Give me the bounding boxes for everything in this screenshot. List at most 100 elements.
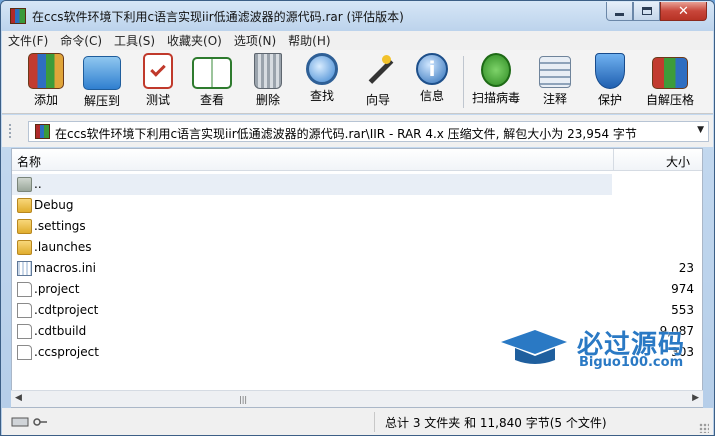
path-text: 在ccs软件环境下利用c语言实现iir低通滤波器的源代码.rar\IIR - R… xyxy=(55,127,637,141)
info-label: 信息 xyxy=(419,89,444,103)
bug-scan-icon xyxy=(481,53,511,87)
view-label: 查看 xyxy=(199,93,224,107)
menu-commands[interactable]: 命令(C) xyxy=(54,32,108,49)
list-item[interactable]: .launches xyxy=(12,237,612,258)
menu-help[interactable]: 帮助(H) xyxy=(282,32,336,49)
folder-icon xyxy=(17,198,32,213)
find-button[interactable]: 查找 xyxy=(292,53,352,111)
window-title: 在ccs软件环境下利用c语言实现iir低通滤波器的源代码.rar (评估版本) xyxy=(32,10,404,24)
info-button[interactable]: i 信息 xyxy=(402,53,462,111)
status-summary: 总计 3 文件夹 和 11,840 字节(5 个文件) xyxy=(385,416,607,430)
protect-label: 保护 xyxy=(597,93,622,107)
status-divider xyxy=(374,412,375,432)
folder-icon xyxy=(17,219,32,234)
maximize-button[interactable] xyxy=(633,2,660,21)
toolbar: 添加 解压到 测试 查看 删除 查找 向导 i 信息 扫描病毒 注释 保护 自解… xyxy=(2,50,713,114)
file-name: .project xyxy=(34,282,80,296)
open-book-icon xyxy=(192,57,232,89)
watermark-subtitle: Biguo100.com xyxy=(579,355,684,370)
scan-virus-label: 扫描病毒 xyxy=(471,91,520,105)
file-name: .launches xyxy=(34,240,92,254)
comment-button[interactable]: 注释 xyxy=(525,53,585,111)
close-button[interactable]: ✕ xyxy=(660,2,707,21)
file-name: macros.ini xyxy=(34,261,96,275)
comment-label: 注释 xyxy=(542,92,567,106)
column-name-header[interactable]: 名称 xyxy=(17,153,41,170)
list-item[interactable]: .project xyxy=(12,279,612,300)
wizard-button[interactable]: 向导 xyxy=(348,53,408,111)
toolbar-separator xyxy=(463,56,464,108)
scroll-left-icon[interactable]: ◀ xyxy=(15,393,22,403)
drive-key-icon[interactable] xyxy=(11,416,49,428)
list-item[interactable]: .settings xyxy=(12,216,612,237)
file-name: .ccsproject xyxy=(34,345,99,359)
folder-icon xyxy=(17,240,32,255)
winrar-app-icon[interactable] xyxy=(10,8,26,24)
list-item[interactable]: .. xyxy=(12,174,612,195)
column-divider[interactable] xyxy=(613,149,614,171)
menu-file[interactable]: 文件(F) xyxy=(2,32,54,49)
shield-icon xyxy=(595,53,625,89)
settings-file-icon xyxy=(17,261,32,276)
delete-label: 删除 xyxy=(255,93,280,107)
file-name: .settings xyxy=(34,219,86,233)
file-icon xyxy=(17,324,32,339)
minimize-button[interactable] xyxy=(606,2,633,21)
close-icon: ✕ xyxy=(678,3,689,19)
sfx-button[interactable]: 自解压格 xyxy=(638,53,702,111)
parent-folder-icon xyxy=(17,177,32,192)
sfx-label: 自解压格 xyxy=(645,93,694,107)
column-size-header[interactable]: 大小 xyxy=(666,153,690,170)
file-icon xyxy=(17,345,32,360)
folder-extract-icon xyxy=(83,56,121,90)
comment-icon xyxy=(539,56,571,88)
wizard-label: 向导 xyxy=(365,93,390,107)
list-item[interactable]: macros.ini xyxy=(12,258,612,279)
file-size: 23 xyxy=(678,261,694,275)
archive-icon xyxy=(35,124,50,139)
horizontal-scrollbar[interactable]: ◀ ||| ▶ xyxy=(11,390,703,407)
file-size: 974 xyxy=(671,282,694,296)
list-item[interactable]: .cdtproject xyxy=(12,300,612,321)
title-bar[interactable]: 在ccs软件环境下利用c语言实现iir低通滤波器的源代码.rar (评估版本) … xyxy=(1,1,714,31)
menu-options[interactable]: 选项(N) xyxy=(228,32,282,49)
status-bar: 总计 3 文件夹 和 11,840 字节(5 个文件) xyxy=(2,408,713,435)
file-icon xyxy=(17,303,32,318)
menu-bar: 文件(F) 命令(C) 工具(S) 收藏夹(O) 选项(N) 帮助(H) xyxy=(2,31,713,50)
file-name: .cdtproject xyxy=(34,303,99,317)
file-icon xyxy=(17,282,32,297)
protect-button[interactable]: 保护 xyxy=(580,53,640,111)
info-icon: i xyxy=(416,53,448,85)
trash-bin-icon xyxy=(254,53,282,89)
extract-to-label: 解压到 xyxy=(83,94,120,108)
scan-virus-button[interactable]: 扫描病毒 xyxy=(466,53,526,111)
graduation-cap-icon xyxy=(501,330,567,364)
resize-grip[interactable] xyxy=(699,423,709,433)
add-button[interactable]: 添加 xyxy=(16,53,76,111)
delete-button[interactable]: 删除 xyxy=(238,53,298,111)
test-label: 测试 xyxy=(145,93,170,107)
find-label: 查找 xyxy=(309,89,334,103)
scroll-thumb[interactable]: ||| xyxy=(239,395,247,404)
up-level-icon[interactable] xyxy=(9,124,13,138)
path-dropdown-icon[interactable]: ▼ xyxy=(697,125,704,135)
extract-to-button[interactable]: 解压到 xyxy=(72,53,132,111)
menu-favorites[interactable]: 收藏夹(O) xyxy=(161,32,228,49)
file-size: 553 xyxy=(671,303,694,317)
add-label: 添加 xyxy=(33,93,58,107)
path-field[interactable]: 在ccs软件环境下利用c语言实现iir低通滤波器的源代码.rar\IIR - R… xyxy=(28,121,709,142)
list-item[interactable]: Debug xyxy=(12,195,612,216)
books-add-icon xyxy=(28,53,64,89)
file-name: Debug xyxy=(34,198,74,212)
scroll-right-icon[interactable]: ▶ xyxy=(692,393,699,403)
test-button[interactable]: 测试 xyxy=(128,53,188,111)
menu-tools[interactable]: 工具(S) xyxy=(108,32,161,49)
sfx-box-icon xyxy=(652,57,688,89)
winrar-window: 在ccs软件环境下利用c语言实现iir低通滤波器的源代码.rar (评估版本) … xyxy=(0,0,715,436)
column-headers: 名称 大小 xyxy=(12,149,702,171)
maximize-icon xyxy=(641,7,652,15)
view-button[interactable]: 查看 xyxy=(182,53,242,111)
address-bar: 在ccs软件环境下利用c语言实现iir低通滤波器的源代码.rar\IIR - R… xyxy=(2,115,713,147)
clipboard-check-icon xyxy=(143,53,173,89)
magic-wand-icon xyxy=(360,53,396,89)
